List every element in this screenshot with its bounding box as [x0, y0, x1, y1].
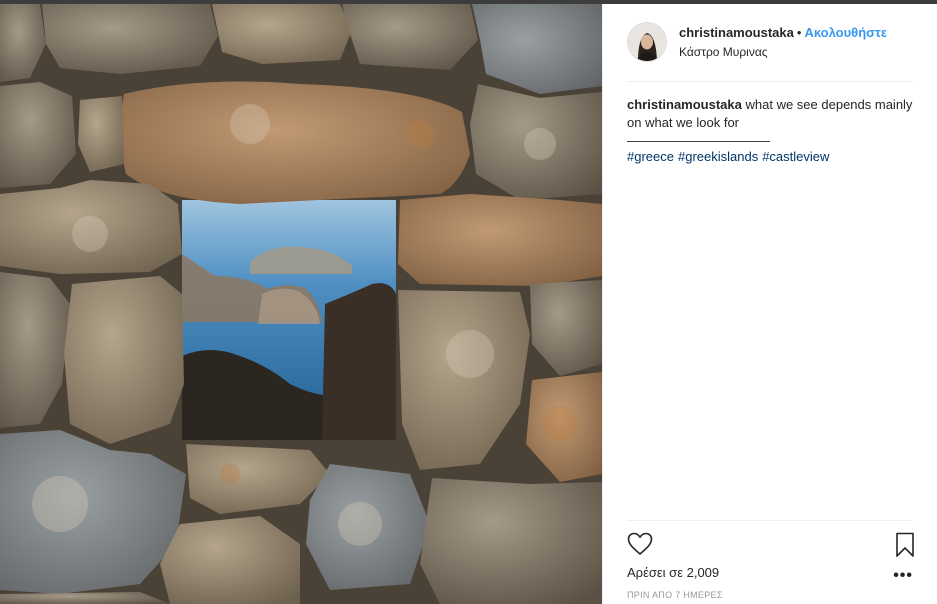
post-timestamp: ΠΡΙΝ ΑΠΟ 7 ΗΜΕΡΕΣ: [627, 590, 723, 600]
like-count[interactable]: Αρέσει σε 2,009: [627, 565, 719, 580]
post-header: christinamoustaka • Ακολουθήστε Κάστρο Μυρ…: [627, 22, 913, 62]
avatar-image: [628, 23, 666, 61]
post-side-panel: christinamoustaka • Ακολουθήστε Κάστρο Μυρ…: [603, 4, 937, 604]
caption-username[interactable]: christinamoustaka: [627, 97, 742, 112]
avatar[interactable]: [627, 22, 667, 62]
hashtag-list: #greece #greekislands #castleview: [627, 149, 833, 164]
heart-outline-icon[interactable]: [627, 532, 653, 561]
bookmark-outline-icon[interactable]: [895, 532, 915, 563]
post-location[interactable]: Κάστρο Μυρινας: [679, 43, 887, 61]
instagram-post: christinamoustaka • Ακολουθήστε Κάστρο Μυρ…: [0, 4, 937, 604]
author-username[interactable]: christinamoustaka: [679, 25, 794, 40]
hashtag-link[interactable]: #castleview: [762, 149, 829, 164]
hashtag-link[interactable]: #greece: [627, 149, 674, 164]
photo-stone-wall-image: [0, 4, 602, 604]
more-options-button[interactable]: •••: [893, 567, 913, 585]
follow-button[interactable]: Ακολουθήστε: [804, 25, 887, 40]
caption-rule-line: ———————————: [627, 133, 770, 148]
header-separator-dot: •: [796, 24, 802, 40]
actions-divider: [627, 520, 913, 521]
post-photo[interactable]: [0, 4, 602, 604]
post-caption: christinamoustaka what we see depends ma…: [627, 96, 917, 150]
hashtag-link[interactable]: #greekislands: [678, 149, 758, 164]
action-bar: [627, 530, 915, 558]
header-divider: [627, 81, 913, 82]
